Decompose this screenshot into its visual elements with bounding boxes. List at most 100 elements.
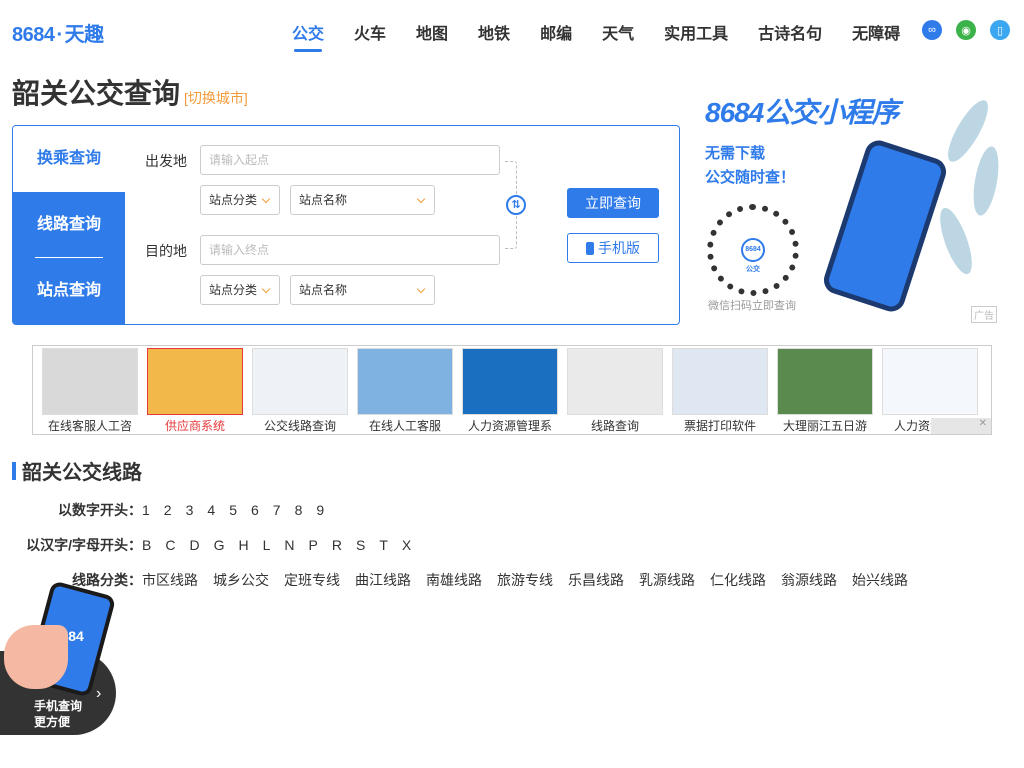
ad-strip-label: 人力资源管理系	[467, 419, 552, 433]
letter-row-label: 以汉字/字母开头：	[26, 537, 142, 553]
line-link[interactable]: X	[402, 537, 411, 553]
tab-transfer-query[interactable]: 换乘查询	[13, 126, 125, 192]
nav-item[interactable]: 火车	[354, 20, 386, 44]
query-button[interactable]: 立即查询	[567, 188, 659, 218]
chevron-right-icon: ›	[96, 685, 102, 702]
line-link[interactable]: S	[356, 537, 365, 553]
line-link[interactable]: 3	[186, 502, 194, 518]
lines-section-header: 韶关公交线路	[12, 456, 142, 485]
float-ad-line-1: 手机查询	[34, 699, 83, 713]
nav-item[interactable]: 天气	[602, 20, 634, 44]
mobile-icon[interactable]: ▯	[990, 20, 1010, 40]
phone-illustration	[820, 136, 950, 316]
to-input[interactable]: 请输入终点	[200, 235, 500, 265]
section-bar	[12, 461, 16, 480]
nav-item[interactable]: 地图	[416, 20, 448, 44]
digit-links: 123456789	[142, 502, 338, 518]
to-label: 目的地	[145, 243, 187, 259]
mobile-button-label: 手机版	[598, 240, 640, 256]
line-link[interactable]: 2	[164, 502, 172, 518]
nav-item[interactable]: 地铁	[478, 20, 510, 44]
ad-thumbnail	[672, 348, 768, 415]
line-link[interactable]: 仁化线路	[710, 572, 766, 588]
ad-thumbnail	[462, 348, 558, 415]
line-link[interactable]: 定班专线	[284, 572, 340, 588]
phone-icon	[586, 242, 594, 255]
line-link[interactable]: 南雄线路	[426, 572, 482, 588]
line-link[interactable]: 9	[316, 502, 324, 518]
mobile-float-ad[interactable]: 8684 手机查询 更方便 ›	[0, 580, 118, 737]
nav-item[interactable]: 古诗名句	[758, 20, 822, 44]
line-link[interactable]: B	[142, 537, 151, 553]
line-link[interactable]: 乐昌线路	[568, 572, 624, 588]
switch-city-link[interactable]: [切换城市]	[184, 88, 248, 108]
line-link[interactable]: T	[379, 537, 388, 553]
ad-strip-label: 票据打印软件	[683, 419, 756, 433]
line-link[interactable]: C	[165, 537, 175, 553]
ad-strip-label: 公交线路查询	[263, 419, 336, 433]
site-logo[interactable]: 8684 · 天趣	[12, 18, 104, 47]
line-link[interactable]: 8	[295, 502, 303, 518]
line-link[interactable]: 曲江线路	[355, 572, 411, 588]
line-link[interactable]: L	[263, 537, 271, 553]
tab-line-query[interactable]: 线路查询	[13, 192, 125, 258]
line-link[interactable]: 7	[273, 502, 281, 518]
ad-thumbnail	[567, 348, 663, 415]
line-link[interactable]: 6	[251, 502, 259, 518]
mobile-version-button[interactable]: 手机版	[567, 233, 659, 263]
qr-logo: 8684公交	[741, 238, 765, 273]
hand-illustration	[4, 625, 68, 689]
mini-program-icon[interactable]: ∞	[922, 20, 942, 40]
line-link[interactable]: P	[309, 537, 318, 553]
line-link[interactable]: H	[238, 537, 248, 553]
line-link[interactable]: R	[332, 537, 342, 553]
ad-strip-item[interactable]: 供应商系统	[146, 348, 244, 434]
wechat-icon[interactable]: ◉	[956, 20, 976, 40]
nav-item[interactable]: 公交	[292, 20, 324, 52]
line-link[interactable]: G	[214, 537, 225, 553]
line-link[interactable]: 翁源线路	[781, 572, 837, 588]
line-link[interactable]: 乳源线路	[639, 572, 695, 588]
nav-item[interactable]: 无障碍	[852, 20, 900, 44]
logo-number: 8684	[12, 24, 55, 46]
lines-section-title: 韶关公交线路	[22, 462, 142, 484]
from-station-select[interactable]: 站点名称	[290, 185, 435, 215]
ad-line-2: 公交随时查！	[705, 169, 796, 186]
ad-strip-item[interactable]: 在线客服人工咨	[41, 348, 139, 434]
swap-icon[interactable]: ⇅	[506, 195, 526, 215]
line-link[interactable]: 5	[229, 502, 237, 518]
line-link[interactable]: 始兴线路	[852, 572, 908, 588]
ad-thumbnail	[777, 348, 873, 415]
ad-strip-item[interactable]: 人力资源管理系	[461, 348, 559, 434]
ad-strip-item[interactable]: 线路查询	[566, 348, 664, 434]
to-station-select[interactable]: 站点名称	[290, 275, 435, 305]
ad-strip: 人力资源系统 大理丽江五日游 票据打印软件 线路查询 人力资源管理系 在线人工客服 公交线路…	[32, 345, 992, 435]
ad-strip-label: 在线人工客服	[368, 419, 441, 433]
ad-strip-item[interactable]: 在线人工客服	[356, 348, 454, 434]
search-tabs: 换乘查询 线路查询 站点查询	[13, 126, 125, 324]
digit-row-label: 以数字开头：	[58, 502, 142, 518]
line-link[interactable]: 1	[142, 502, 150, 518]
from-category-select[interactable]: 站点分类	[200, 185, 280, 215]
site-header: 8684 · 天趣 公交 火车 地图 地铁 邮编 天气 实用工具 古诗名句 无障碍 ∞ ◉ ▯	[0, 0, 1024, 60]
ad-strip-item[interactable]: 公交线路查询	[251, 348, 349, 434]
close-icon[interactable]: ✕	[931, 418, 991, 434]
nav-item[interactable]: 实用工具	[664, 20, 728, 44]
nav-item[interactable]: 邮编	[540, 20, 572, 44]
line-link[interactable]: 市区线路	[142, 572, 198, 588]
ad-line-1: 无需下载	[705, 145, 766, 162]
tab-station-query[interactable]: 站点查询	[13, 258, 125, 324]
line-link[interactable]: 旅游专线	[497, 572, 553, 588]
from-label: 出发地	[145, 153, 187, 169]
from-input[interactable]: 请输入起点	[200, 145, 500, 175]
ad-tag: 广告	[971, 306, 997, 323]
line-link[interactable]: 4	[207, 502, 215, 518]
ad-strip-item[interactable]: 大理丽江五日游	[776, 348, 874, 434]
line-link[interactable]: 城乡公交	[213, 572, 269, 588]
mini-program-ad[interactable]: 8684公交小程序 无需下载 公交随时查！ 8684公交 微信扫码立即查询 广告	[695, 86, 1007, 326]
ad-strip-item[interactable]: 票据打印软件	[671, 348, 769, 434]
line-link[interactable]: N	[284, 537, 294, 553]
ad-thumbnail	[147, 348, 243, 415]
to-category-select[interactable]: 站点分类	[200, 275, 280, 305]
line-link[interactable]: D	[189, 537, 199, 553]
